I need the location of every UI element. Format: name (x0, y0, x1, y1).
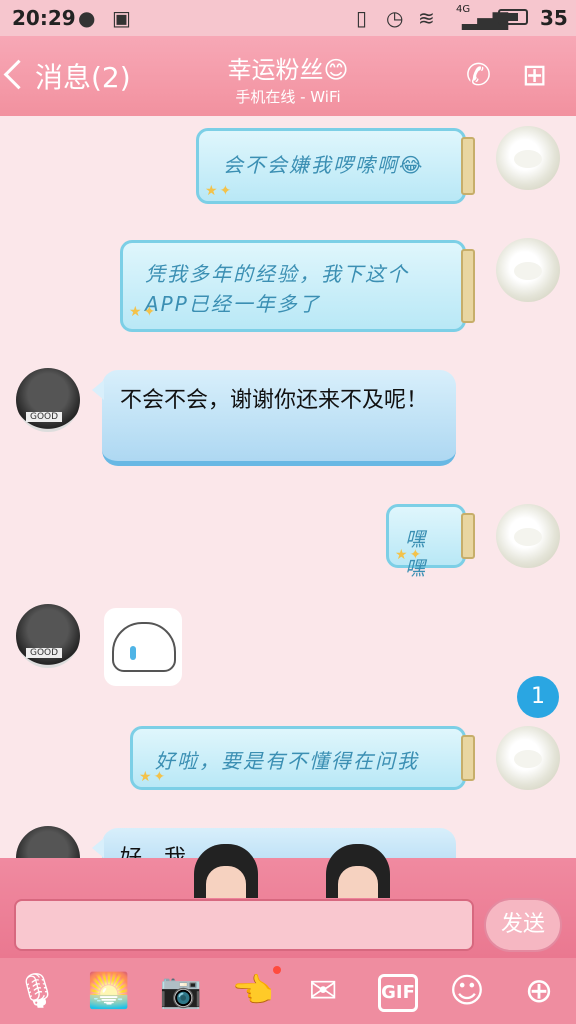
gif-icon[interactable]: GIF (378, 974, 418, 1012)
message-input[interactable] (14, 899, 474, 951)
notification-dot (273, 966, 281, 974)
message-text: 不会不会，谢谢你还来不及呢！ (120, 388, 429, 413)
message-text: 好啦，要是有不懂得在问我 (155, 749, 419, 773)
jar-cork (461, 513, 475, 559)
plus-icon[interactable]: ⊕ (516, 968, 562, 1014)
composer-toolbar: 🎙 🌅 📷 👈 ✉ GIF ☺ ⊕ (0, 958, 576, 1024)
unread-count-badge[interactable]: 1 (517, 676, 559, 718)
my-avatar[interactable] (496, 504, 560, 568)
wifi-icon: ≋ (418, 6, 435, 30)
vibrate-icon: ▯ (356, 6, 368, 30)
star-decoration-icon: ★✦ (129, 304, 158, 320)
camera-icon[interactable]: 📷 (158, 968, 204, 1014)
status-bar: 20:29 ● ▣ ▯ ◷ ≋ 4G ▂▄▆ 35 (0, 0, 576, 36)
jar-cork (461, 249, 475, 323)
send-button[interactable]: 发送 (484, 898, 562, 952)
envelope-icon[interactable]: ✉ (300, 968, 346, 1014)
message-text: 凭我多年的经验，我下这个APP已经一年多了 (145, 262, 409, 316)
picture-icon[interactable]: 🌅 (86, 968, 132, 1014)
bubble-tail (92, 380, 104, 400)
character-decoration-right (326, 844, 390, 898)
contact-avatar[interactable] (16, 368, 80, 432)
microphone-icon[interactable]: 🎙 (14, 968, 60, 1014)
character-decoration-left (194, 844, 258, 898)
message-text: 好，我... (120, 846, 207, 858)
message-bubble-sent[interactable]: 凭我多年的经验，我下这个APP已经一年多了 ★✦ (120, 240, 475, 332)
chat-header: 消息(2) 幸运粉丝😊 手机在线 - WiFi ✆ ⊞ (0, 36, 576, 116)
chat-bubble-icon: ● (78, 6, 96, 30)
my-avatar[interactable] (496, 726, 560, 790)
message-bubble-sent[interactable]: 嘿嘿 ★✦ (386, 504, 475, 580)
image-icon: ▣ (112, 6, 131, 30)
composer-bar: 发送 (0, 844, 576, 958)
star-decoration-icon: ★✦ (395, 547, 424, 563)
contact-avatar[interactable] (16, 826, 80, 858)
jar-cork (461, 735, 475, 781)
crying-bun-sticker[interactable] (104, 608, 182, 686)
battery-icon (498, 9, 528, 25)
message-list[interactable]: 会不会嫌我啰嗦啊😂 ★✦ 凭我多年的经验，我下这个APP已经一年多了 ★✦ 不会… (0, 116, 576, 858)
message-bubble-received[interactable]: 好，我... (92, 828, 456, 858)
message-bubble-sent[interactable]: 好啦，要是有不懂得在问我 ★✦ (130, 726, 475, 790)
contact-avatar[interactable] (16, 604, 80, 668)
jar-cork (461, 137, 475, 195)
profile-icon[interactable]: ⊞ (522, 58, 547, 93)
star-decoration-icon: ★✦ (205, 183, 234, 199)
phone-icon[interactable]: ✆ (466, 58, 491, 93)
emoji-icon[interactable]: ☺ (444, 968, 490, 1014)
message-text: 会不会嫌我啰嗦啊😂 (223, 153, 425, 177)
my-avatar[interactable] (496, 126, 560, 190)
star-decoration-icon: ★✦ (139, 769, 168, 785)
battery-percent: 35 (540, 6, 568, 30)
sticker-tear (130, 646, 136, 660)
alarm-icon: ◷ (386, 6, 404, 30)
status-time: 20:29 (12, 6, 76, 30)
hand-icon[interactable]: 👈 (230, 968, 276, 1014)
bubble-tail (92, 838, 104, 858)
sticker-face (112, 622, 176, 672)
message-bubble-received[interactable]: 不会不会，谢谢你还来不及呢！ (92, 370, 456, 466)
my-avatar[interactable] (496, 238, 560, 302)
message-bubble-sent[interactable]: 会不会嫌我啰嗦啊😂 ★✦ (196, 128, 475, 204)
